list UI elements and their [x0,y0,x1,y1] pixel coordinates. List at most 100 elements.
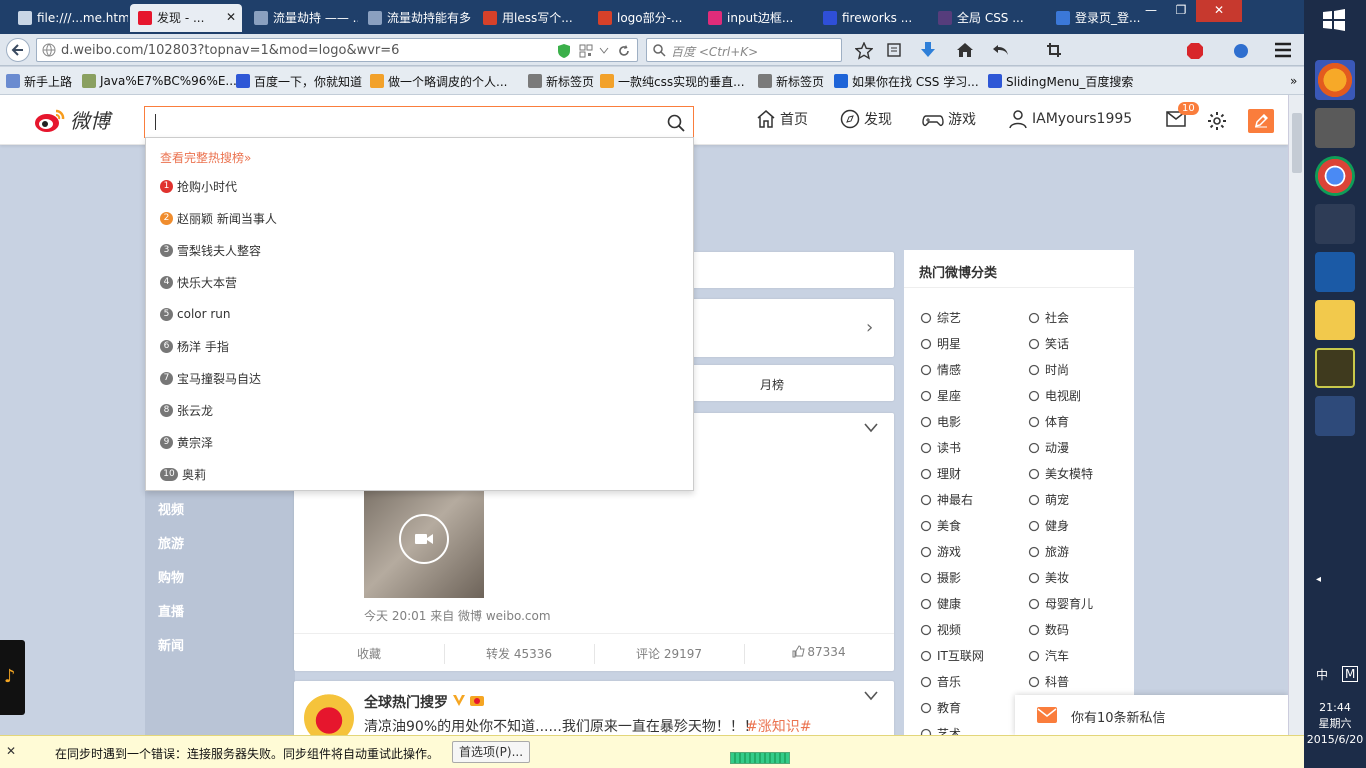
sublime-app-icon[interactable] [1315,108,1355,148]
category-item[interactable]: 游戏 [920,543,961,560]
nav-user[interactable]: IAMyours1995 [1008,109,1132,129]
hot-search-item[interactable]: 3 雪梨钱夫人整容 [160,240,261,260]
category-item[interactable]: 理财 [920,465,961,482]
close-window-button[interactable]: ✕ [1196,0,1242,22]
tab-3[interactable]: 流量劫持能有多... [360,4,472,32]
category-item[interactable]: 科普 [1028,673,1069,690]
hot-search-item[interactable]: 10 奥莉 [160,464,206,484]
hot-search-item[interactable]: 2 赵丽颖 新闻当事人 [160,208,277,228]
category-item[interactable]: 笑话 [1028,335,1069,352]
chevron-down-icon[interactable] [864,423,878,433]
category-item[interactable]: 汽车 [1028,647,1069,664]
category-item[interactable]: 音乐 [920,673,961,690]
category-item[interactable]: 美女模特 [1028,465,1093,482]
nav-home[interactable]: 首页 [756,109,808,129]
post-hashtag[interactable]: #涨知识# [746,716,811,735]
category-item[interactable]: 教育 [920,699,961,716]
category-item[interactable]: 美食 [920,517,961,534]
category-item[interactable]: 电视剧 [1028,387,1081,404]
windows-start-icon[interactable] [1322,8,1346,32]
category-item[interactable]: 母婴育儿 [1028,595,1093,612]
menu-icon[interactable] [1274,42,1292,58]
hot-search-item[interactable]: 4 快乐大本营 [160,272,237,292]
ime-mode[interactable]: M [1342,666,1359,682]
category-item[interactable]: 艺术 [920,725,961,735]
category-item[interactable]: 读书 [920,439,961,456]
file-explorer-app-icon[interactable] [1315,300,1355,340]
chevron-down-icon[interactable] [864,691,878,701]
category-item[interactable]: 动漫 [1028,439,1069,456]
bookmark-item[interactable]: SlidingMenu_百度搜索 [988,73,1133,89]
hot-search-item[interactable]: 8 张云龙 [160,400,213,420]
bookmark-item[interactable]: 新手上路 [6,73,72,89]
repost-button[interactable]: 转发 45336 [444,645,594,662]
bookmark-item[interactable]: 百度一下，你就知道 [236,73,362,89]
search-icon[interactable] [667,114,685,132]
category-item[interactable]: 情感 [920,361,961,378]
category-item[interactable]: 电影 [920,413,961,430]
category-item[interactable]: 健康 [920,595,961,612]
left-menu-item[interactable]: 旅游 [158,533,184,552]
maximize-button[interactable]: ❐ [1166,0,1196,22]
hot-search-item[interactable]: 1 抢购小时代 [160,176,237,196]
page-scrollbar[interactable] [1288,95,1304,735]
post-author[interactable]: 全球热门搜罗 [364,692,448,712]
category-item[interactable]: 体育 [1028,413,1069,430]
tab-6[interactable]: input边框... [700,4,812,32]
gear-icon[interactable] [1207,111,1227,131]
category-item[interactable]: IT互联网 [920,647,984,664]
undo-icon[interactable] [992,42,1010,58]
hot-search-item[interactable]: 6 杨洋 手指 [160,336,229,356]
bookmark-item[interactable]: 一款纯css实现的垂直... [600,73,745,89]
bookmarks-overflow-button[interactable]: » [1290,73,1297,89]
collect-button[interactable]: 收藏 [294,645,444,662]
bookmark-star-icon[interactable] [855,42,873,60]
address-bar[interactable]: d.weibo.com/102803?topnav=1&mod=logo&wvr… [36,38,638,62]
avatar[interactable] [304,693,354,735]
browser-search-box[interactable]: 百度 <Ctrl+K> [646,38,842,62]
chrome-app-icon[interactable] [1315,156,1355,196]
preferences-button[interactable]: 首选项(P)... [452,741,531,763]
hot-search-full-link[interactable]: 查看完整热搜榜» [160,149,251,166]
category-item[interactable]: 美妆 [1028,569,1069,586]
tab-7[interactable]: fireworks ... [815,4,927,32]
category-item[interactable]: 星座 [920,387,961,404]
category-item[interactable]: 数码 [1028,621,1069,638]
system-clock[interactable]: 21:44 星期六 2015/6/20 [1304,700,1366,748]
compose-button[interactable] [1248,109,1274,133]
category-item[interactable]: 时尚 [1028,361,1069,378]
tab-5[interactable]: logo部分-... [590,4,698,32]
category-item[interactable]: 社会 [1028,309,1069,326]
scrollbar-thumb[interactable] [1292,113,1302,173]
nav-game[interactable]: 游戏 [922,109,976,129]
comment-button[interactable]: 评论 29197 [594,645,744,662]
firefox-app-icon[interactable] [1315,60,1355,100]
category-item[interactable]: 神最右 [920,491,973,508]
qr-code-icon[interactable] [579,44,593,58]
reading-list-icon[interactable] [886,42,902,58]
category-item[interactable]: 萌宠 [1028,491,1069,508]
back-button[interactable] [6,38,30,62]
dropdown-icon[interactable] [599,47,609,55]
left-menu-item[interactable]: 视频 [158,499,184,518]
reload-icon[interactable] [617,44,631,58]
hot-search-item[interactable]: 9 黄宗泽 [160,432,213,452]
tab-4[interactable]: 用less写个... [475,4,587,32]
left-menu-item[interactable]: 新闻 [158,635,184,654]
tab-0[interactable]: file:///...me.html [10,4,128,32]
category-item[interactable]: 视频 [920,621,961,638]
tab-8[interactable]: 全局 CSS ... [930,4,1046,32]
new-message-toast[interactable]: 你有10条新私信 [1015,695,1288,735]
like-button[interactable]: 87334 [744,645,894,659]
category-item[interactable]: 旅游 [1028,543,1069,560]
bookmark-item[interactable]: 新标签页 [528,73,594,89]
bookmark-item[interactable]: 新标签页 [758,73,824,89]
bookmark-item[interactable]: 做一个略调皮的个人... [370,73,507,89]
category-item[interactable]: 综艺 [920,309,961,326]
left-menu-item[interactable]: 直播 [158,601,184,620]
adblock-icon[interactable] [1186,42,1204,60]
weibo-search-input[interactable] [144,106,694,138]
tab-2[interactable]: 流量劫持 —— ... [246,4,358,32]
close-notification-button[interactable]: ✕ [6,744,16,758]
left-menu-item[interactable]: 购物 [158,567,184,586]
